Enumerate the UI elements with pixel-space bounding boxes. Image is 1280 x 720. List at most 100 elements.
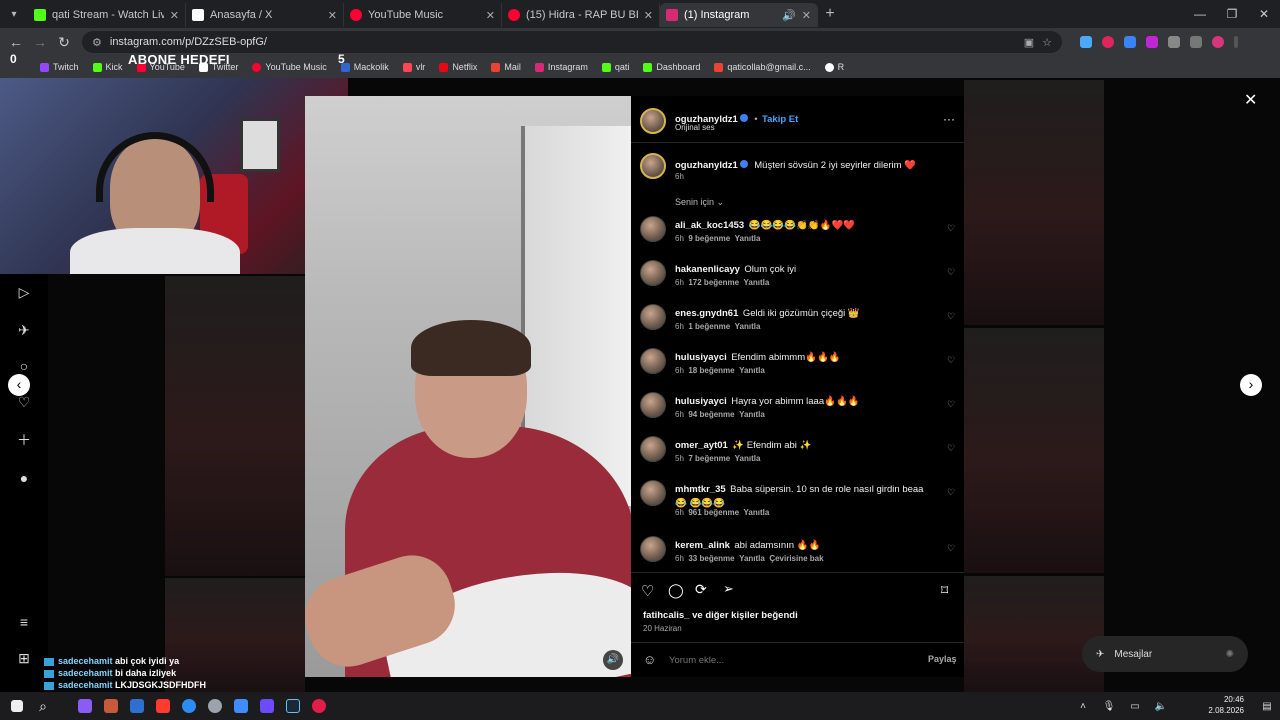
search-icon[interactable]: ○ xyxy=(16,358,32,374)
commenter-avatar[interactable] xyxy=(640,348,666,374)
messages-button[interactable]: ✈ Mesajlar ✺ xyxy=(1082,636,1248,672)
system-clock[interactable]: 20:46 2.08.2026 xyxy=(1208,694,1244,716)
more-menu-icon[interactable]: ≡ xyxy=(16,614,32,630)
audio-toggle-button[interactable]: 🔊 xyxy=(603,650,623,670)
bookmark-item[interactable]: Instagram xyxy=(534,62,588,72)
tab-kick[interactable]: qati Stream - Watch Live on Ki ✕ xyxy=(28,3,186,27)
bookmark-star-icon[interactable]: ☆ xyxy=(1042,36,1052,49)
bookmark-item[interactable]: Kick xyxy=(92,62,123,72)
audio-label[interactable]: Orijinal ses xyxy=(675,123,715,132)
taskbar-app-icon[interactable] xyxy=(124,692,150,720)
start-button[interactable] xyxy=(4,692,30,720)
reload-icon[interactable]: ↻ xyxy=(52,34,76,51)
menu-kebab-icon[interactable] xyxy=(1234,36,1238,48)
liked-by-user[interactable]: fatihcalis_ xyxy=(643,610,689,621)
bookmark-item[interactable]: Mail xyxy=(491,62,521,72)
comment-like-icon[interactable]: ♡ xyxy=(947,443,957,453)
restore-icon[interactable]: ❐ xyxy=(1216,0,1248,28)
close-icon[interactable]: ✕ xyxy=(1244,90,1257,110)
notifications-heart-icon[interactable]: ♡ xyxy=(16,394,32,410)
taskbar-app-icon[interactable] xyxy=(150,692,176,720)
taskbar-app-icon[interactable] xyxy=(176,692,202,720)
bookmark-item[interactable]: qati xyxy=(601,62,629,72)
install-icon[interactable]: ▣ xyxy=(1024,36,1034,49)
reply-button[interactable]: Yanıtla xyxy=(744,278,770,287)
comment-likes[interactable]: 172 beğenme xyxy=(688,278,739,287)
taskbar-app-icon[interactable] xyxy=(228,692,254,720)
chevron-right-icon[interactable]: › xyxy=(1240,374,1262,396)
tab-youtube[interactable]: (15) Hidra - RAP BU BEYLER - Y ✕ xyxy=(502,3,660,27)
commenter-avatar[interactable] xyxy=(640,392,666,418)
taskbar-app-icon[interactable] xyxy=(202,692,228,720)
post-comment-button[interactable]: Paylaş xyxy=(928,654,957,664)
tab-youtube-music[interactable]: YouTube Music ✕ xyxy=(344,3,502,27)
microphone-icon[interactable]: 🎙 xyxy=(1096,692,1122,720)
comment-username[interactable]: ali_ak_koc1453 xyxy=(675,220,744,231)
commenter-avatar[interactable] xyxy=(640,304,666,330)
reply-button[interactable]: Yanıtla xyxy=(739,366,765,375)
bookmark-item[interactable]: R xyxy=(824,62,844,72)
taskbar-app-icon[interactable] xyxy=(98,692,124,720)
network-icon[interactable]: ▭ xyxy=(1122,692,1148,720)
comment-likes[interactable]: 961 beğenme xyxy=(688,508,739,517)
speaker-icon[interactable]: 🔊 xyxy=(782,9,796,22)
profile-avatar[interactable]: ● xyxy=(16,470,32,486)
site-info-icon[interactable]: ⚙ xyxy=(92,36,102,49)
heart-icon[interactable]: ♡ xyxy=(641,582,654,600)
notifications-icon[interactable]: ▤ xyxy=(1254,692,1280,720)
taskbar-app-icon[interactable] xyxy=(72,692,98,720)
follow-button[interactable]: Takip Et xyxy=(762,114,798,125)
bookmark-item[interactable]: Netflix xyxy=(439,62,477,72)
tab-close-icon[interactable]: ✕ xyxy=(644,9,653,22)
tab-close-icon[interactable]: ✕ xyxy=(170,9,179,22)
comment-sort-dropdown[interactable]: Senin için ⌄ xyxy=(675,197,724,208)
comment-likes[interactable]: 18 beğenme xyxy=(688,366,734,375)
comment-username[interactable]: hulusiyayci xyxy=(675,352,727,363)
commenter-avatar[interactable] xyxy=(640,260,666,286)
reply-button[interactable]: Yanıtla xyxy=(735,234,761,243)
caption-username[interactable]: oguzhanyldz1 xyxy=(675,160,738,171)
taskbar-app-icon[interactable] xyxy=(254,692,280,720)
comment-like-icon[interactable]: ♡ xyxy=(947,311,957,321)
comment-input[interactable] xyxy=(669,652,909,668)
forward-icon[interactable]: → xyxy=(28,34,52,50)
see-translation-link[interactable]: Çevirisine bak xyxy=(769,554,823,563)
profile-avatar[interactable] xyxy=(1212,36,1224,48)
comment-username[interactable]: omer_ayt01 xyxy=(675,440,728,451)
reply-button[interactable]: Yanıtla xyxy=(739,554,765,563)
tab-x[interactable]: Anasayfa / X ✕ xyxy=(186,3,344,27)
direct-messages-icon[interactable]: ✈ xyxy=(16,322,32,338)
create-icon[interactable]: ＋ xyxy=(16,432,32,448)
commenter-avatar[interactable] xyxy=(640,216,666,242)
reels-icon[interactable]: ▷ xyxy=(16,284,32,300)
tray-chevron-icon[interactable]: ˄ xyxy=(1070,692,1096,720)
bookmark-item[interactable]: vlr xyxy=(402,62,425,72)
comment-like-icon[interactable]: ♡ xyxy=(947,543,957,553)
minimize-icon[interactable]: — xyxy=(1184,0,1216,28)
caption-avatar[interactable] xyxy=(640,153,666,179)
comment-likes[interactable]: 94 beğenme xyxy=(688,410,734,419)
author-avatar[interactable] xyxy=(640,108,666,134)
tab-instagram[interactable]: (1) Instagram 🔊 ✕ xyxy=(660,3,818,27)
comment-like-icon[interactable]: ♡ xyxy=(947,267,957,277)
close-window-icon[interactable]: ✕ xyxy=(1248,0,1280,28)
comment-icon[interactable]: ◯ xyxy=(668,582,684,599)
reply-button[interactable]: Yanıtla xyxy=(735,454,761,463)
bookmark-item[interactable]: Dashboard xyxy=(643,62,700,72)
reading-list-icon[interactable] xyxy=(1190,36,1202,48)
comment-like-icon[interactable]: ♡ xyxy=(947,399,957,409)
comment-username[interactable]: hulusiyayci xyxy=(675,396,727,407)
threads-apps-icon[interactable]: ⊞ xyxy=(16,650,32,666)
comment-like-icon[interactable]: ♡ xyxy=(947,223,957,233)
more-options-icon[interactable]: ··· xyxy=(943,112,955,126)
volume-icon[interactable]: 🔈 xyxy=(1148,692,1174,720)
taskbar-app-icon[interactable] xyxy=(280,692,306,720)
search-icon[interactable]: ⌕ xyxy=(30,692,56,720)
comment-likes[interactable]: 9 beğenme xyxy=(688,234,730,243)
comment-likes[interactable]: 33 beğenme xyxy=(688,554,734,563)
bookmark-item[interactable]: qaticollab@gmail.c... xyxy=(714,62,811,72)
reply-button[interactable]: Yanıtla xyxy=(744,508,770,517)
bookmark-item[interactable]: YouTube Music xyxy=(252,62,327,72)
tab-close-icon[interactable]: ✕ xyxy=(486,9,495,22)
comment-username[interactable]: hakanenlicayy xyxy=(675,264,740,275)
